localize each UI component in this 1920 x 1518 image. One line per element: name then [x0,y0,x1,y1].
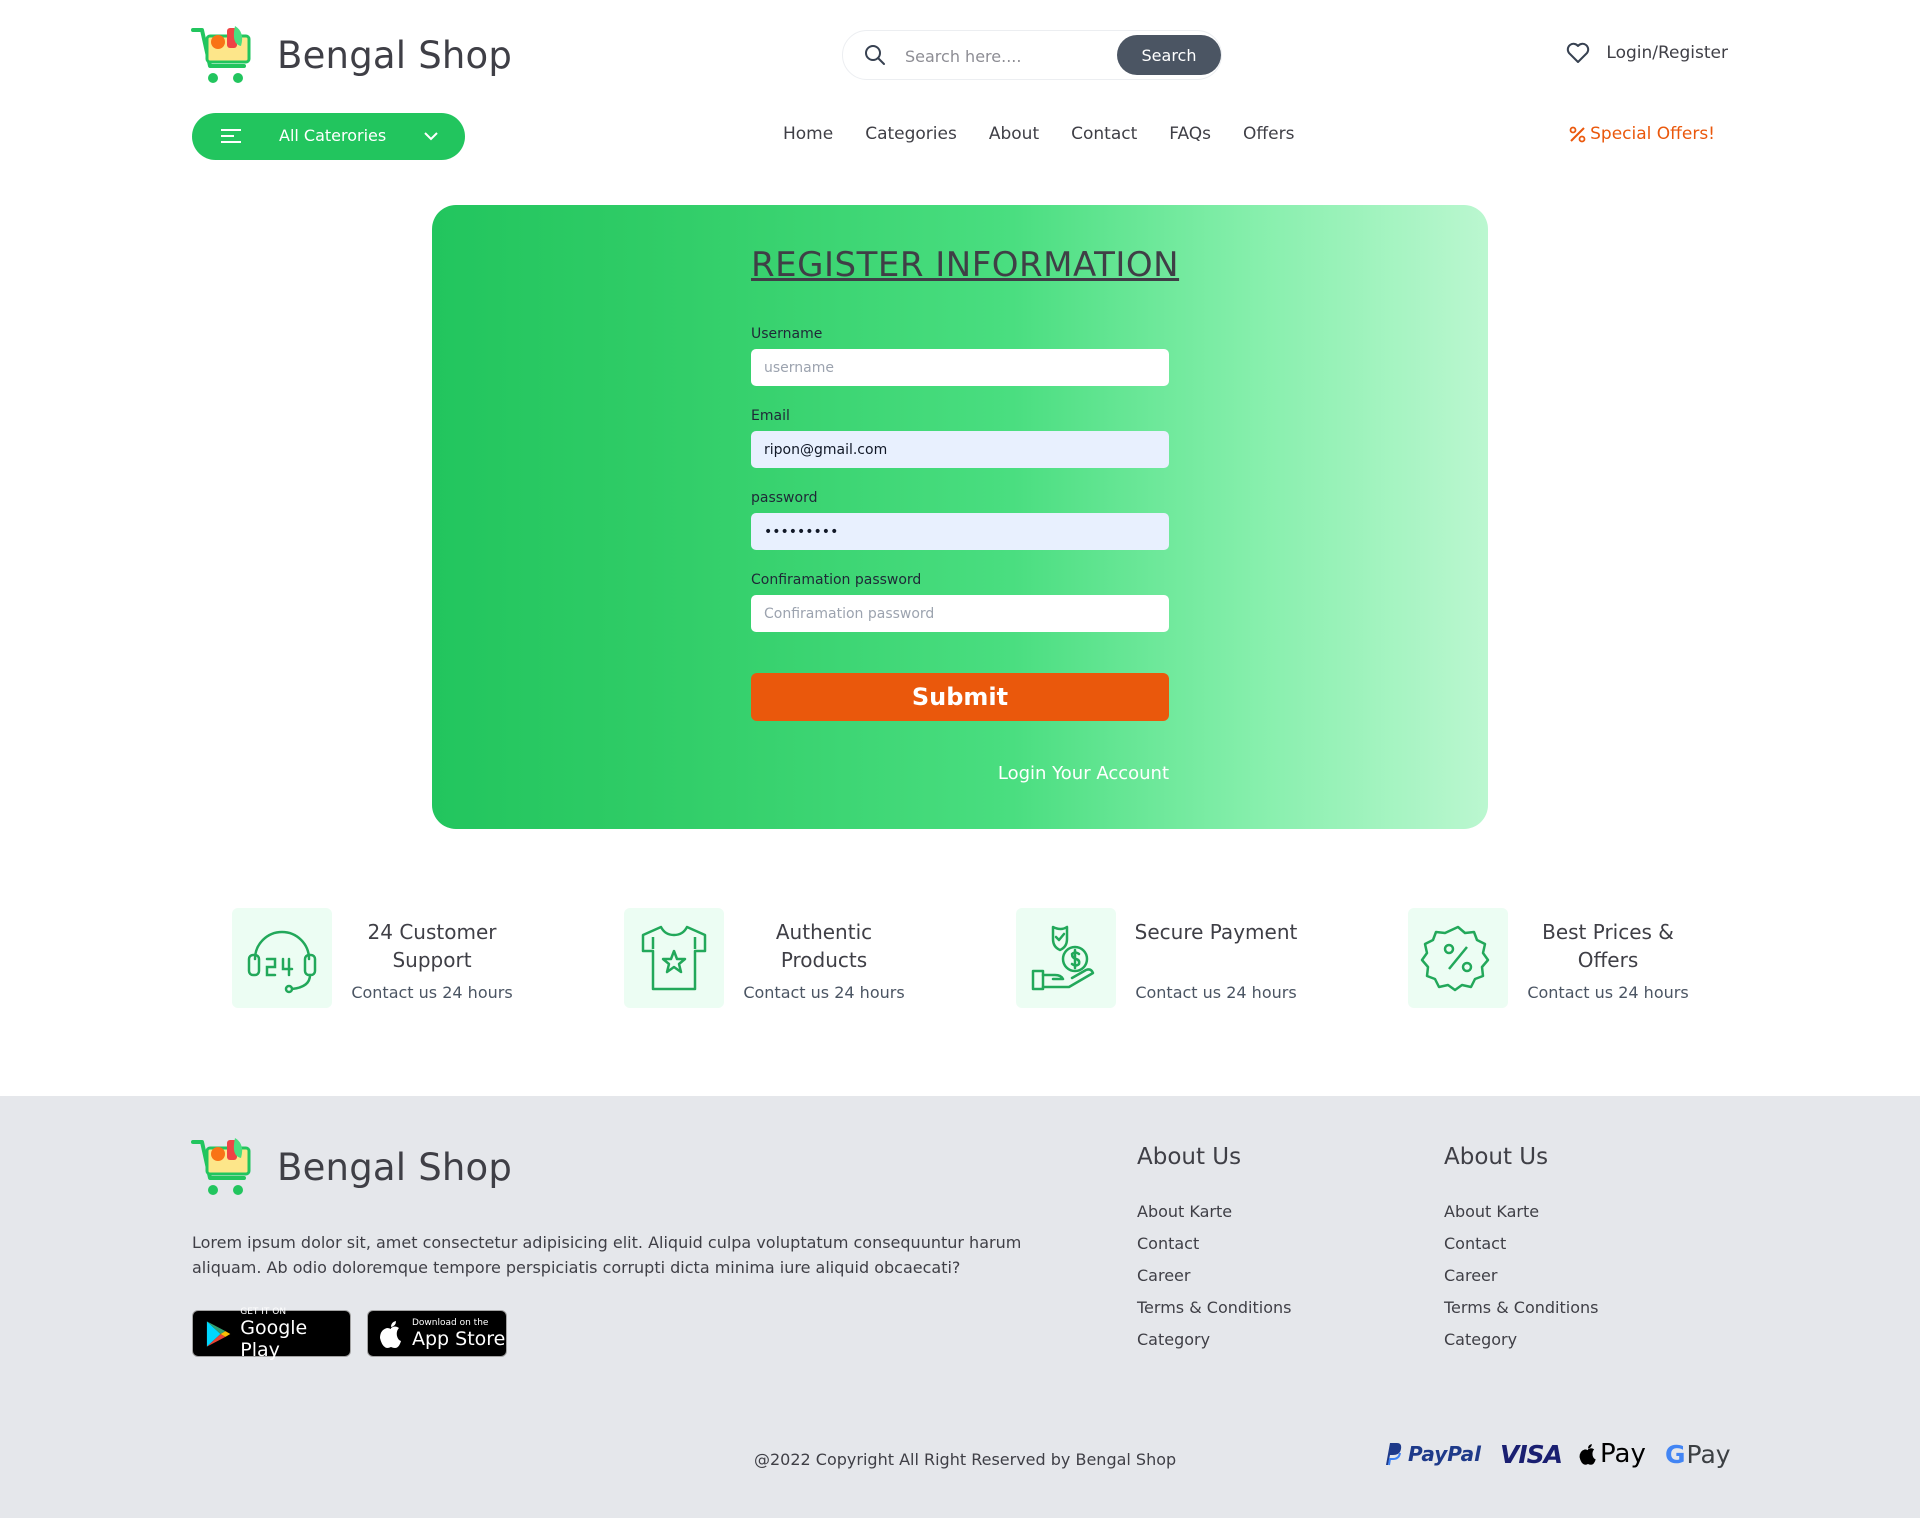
apple-pay-label: Pay [1600,1439,1646,1469]
nav-contact[interactable]: Contact [1071,124,1137,144]
footer-link[interactable]: Terms & Conditions [1444,1298,1598,1330]
chevron-down-icon [424,132,438,141]
username-label: Username [751,326,823,342]
password-label: password [751,490,818,506]
feature-customer-support: 24 Customer Support Contact us 24 hours [232,908,562,1010]
email-field[interactable] [751,431,1169,468]
feature-secure-payment: Secure Payment Contact us 24 hours [1016,908,1346,1010]
login-register-label[interactable]: Login/Register [1606,43,1728,63]
copyright: @2022 Copyright All Right Reserved by Be… [754,1450,1177,1469]
footer-col-1-title: About Us [1137,1144,1242,1170]
special-offers-label[interactable]: Special Offers! [1590,124,1715,144]
search-bar: Search [842,30,1222,80]
feature-icon-box [1408,908,1508,1008]
cart-logo-icon [191,26,251,83]
footer-link[interactable]: About Karte [1444,1202,1598,1234]
paypal-logo: PayPal [1382,1436,1481,1472]
footer-col-2-links: About Karte Contact Career Terms & Condi… [1444,1202,1598,1362]
login-account-link[interactable]: Login Your Account [998,763,1169,784]
google-play-small: GET IT ON [240,1306,287,1317]
footer-logo[interactable]: Bengal Shop [191,1134,512,1200]
search-button[interactable]: Search [1117,35,1221,75]
menu-icon [221,129,241,143]
percent-icon [1569,126,1586,142]
google-play-button[interactable]: GET IT ON Google Play [192,1306,351,1361]
nav-about[interactable]: About [989,124,1039,144]
footer-link[interactable]: Contact [1444,1234,1598,1266]
visa-label: VISA [1500,1439,1563,1469]
feature-title: Authentic Products [775,920,873,972]
google-pay-label: Pay [1686,1439,1731,1469]
footer-col-1-links: About Karte Contact Career Terms & Condi… [1137,1202,1291,1362]
register-title: REGISTER INFORMATION [751,245,1180,285]
feature-title: 24 Customer Support [367,920,497,972]
hand-shield-dollar-icon [1031,925,1095,991]
confirm-password-field[interactable] [751,595,1169,632]
percent-badge-icon [1420,925,1490,992]
google-pay-logo: G Pay [1665,1436,1731,1472]
feature-subtitle: Contact us 24 hours [1135,983,1297,1002]
app-store-button[interactable]: Download on the App Store [367,1310,507,1357]
search-icon[interactable] [863,43,887,67]
feature-icon-box [624,908,724,1008]
footer-link[interactable]: Terms & Conditions [1137,1298,1291,1330]
feature-subtitle: Contact us 24 hours [1527,983,1689,1002]
nav-faqs[interactable]: FAQs [1169,124,1211,144]
main-nav: Home Categories About Contact FAQs Offer… [783,124,1294,144]
visa-logo: VISA [1500,1436,1563,1472]
tshirt-star-icon [641,925,707,991]
special-offers-link[interactable]: Special Offers! [1569,124,1715,144]
headset-24-icon [247,930,317,994]
app-store-big: App Store [412,1327,506,1350]
google-play-icon [206,1320,231,1347]
feature-title: Best Prices & Offers [1542,920,1674,972]
register-panel: REGISTER INFORMATION Username Email pass… [432,205,1488,829]
confirm-password-label: Confiramation password [751,572,922,588]
brand-name: Bengal Shop [277,33,513,77]
footer-link[interactable]: Contact [1137,1234,1291,1266]
footer-link[interactable]: Career [1444,1266,1598,1298]
apple-pay-logo: Pay [1578,1436,1646,1472]
heart-icon[interactable] [1566,42,1590,64]
nav-offers[interactable]: Offers [1243,124,1294,144]
footer: Bengal Shop Lorem ipsum dolor sit, amet … [0,1096,1920,1518]
header-logo[interactable]: Bengal Shop [191,22,512,88]
feature-subtitle: Contact us 24 hours [351,983,513,1002]
footer-link[interactable]: About Karte [1137,1202,1291,1234]
submit-button[interactable]: Submit [751,673,1169,721]
feature-icon-box [232,908,332,1008]
nav-home[interactable]: Home [783,124,833,144]
footer-col-2-title: About Us [1444,1144,1549,1170]
footer-link[interactable]: Category [1137,1330,1291,1362]
all-categories-label: All Caterories [279,126,387,145]
paypal-label: PayPal [1408,1442,1482,1466]
feature-best-prices: Best Prices & Offers Contact us 24 hours [1408,908,1738,1010]
footer-brand-name: Bengal Shop [277,1145,513,1189]
login-register-link[interactable]: Login/Register [1566,42,1728,64]
username-field[interactable] [751,349,1169,386]
feature-authentic-products: Authentic Products Contact us 24 hours [624,908,954,1010]
feature-subtitle: Contact us 24 hours [743,983,905,1002]
nav-categories[interactable]: Categories [865,124,957,144]
app-store-small: Download on the [412,1317,489,1328]
footer-link[interactable]: Category [1444,1330,1598,1362]
feature-icon-box [1016,908,1116,1008]
footer-description: Lorem ipsum dolor sit, amet consectetur … [192,1233,1022,1277]
apple-pay-icon [1579,1444,1596,1465]
password-field[interactable] [751,513,1169,550]
cart-logo-icon [191,1138,251,1195]
paypal-icon [1386,1443,1402,1466]
google-play-big: Google Play [240,1316,308,1361]
apple-icon [380,1320,401,1348]
feature-title: Secure Payment [1134,920,1298,944]
footer-link[interactable]: Career [1137,1266,1291,1298]
all-categories-button[interactable]: All Caterories [192,113,465,160]
google-g-icon: G [1665,1439,1686,1469]
search-input[interactable] [905,42,1115,70]
email-label: Email [751,408,790,424]
